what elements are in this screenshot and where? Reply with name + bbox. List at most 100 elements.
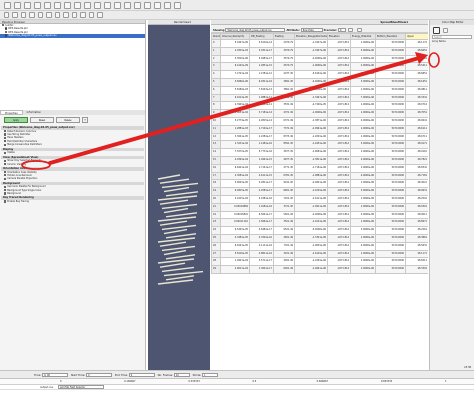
property-checkbox[interactable] — [4, 162, 7, 166]
attribute-dropdown[interactable]: Row Data — [300, 28, 323, 32]
table-row[interactable]: 18 5.0001e-05 3.2811e-17 9191.45 -4.4821e-06… — [211, 179, 428, 189]
open-icon[interactable] — [3, 2, 11, 9]
contour-icon[interactable] — [20, 12, 26, 18]
interact-icon[interactable] — [83, 2, 91, 9]
table-row[interactable]: 15 4.0391e-04 1.0441e-15 4677.45 -1.3811e-06… — [211, 155, 428, 165]
property-checkbox[interactable] — [4, 140, 7, 143]
table-row[interactable]: 23 0.00011161 1.5661e-17 3521.49 -1.1021e-06… — [211, 218, 428, 228]
table-row[interactable]: 19 9.4815e-05 2.2581e-17 6821.45 -1.1001e-06… — [211, 187, 428, 196]
property-checkbox[interactable] — [4, 133, 7, 136]
delete-button[interactable]: Delete — [56, 117, 80, 123]
last-frame-icon[interactable] — [163, 2, 171, 9]
column-header[interactable]: Row ID — [211, 33, 221, 40]
table-row[interactable]: 8 2.3991e-04 3.6181e-11 3531.49 -4.7420e-05-… — [211, 101, 428, 111]
property-checkbox[interactable] — [4, 170, 7, 174]
next-frame-icon[interactable] — [153, 2, 161, 9]
camera-icon[interactable] — [93, 2, 101, 9]
table-row[interactable]: 11 1.2881e-03 1.7191e-17 7371.49 -2.9941e-06… — [211, 124, 428, 134]
pipeline-item[interactable]: Welcome_diag.02.05_posw_output.csv — [0, 34, 145, 38]
table-row[interactable]: 12 3.3641e-05 2.2281e-17 8373.49 -1.2091e-06… — [211, 132, 428, 142]
table-cell: 1.7191e-17 — [249, 124, 274, 134]
play-icon[interactable] — [143, 2, 151, 9]
property-checkbox[interactable] — [4, 136, 7, 139]
zoom-icon[interactable] — [63, 2, 71, 9]
stride-field[interactable]: 1 — [202, 373, 219, 377]
table-row[interactable]: 3 6.4191e-09 1.2831e-15 4570.79 -1.0000e-06-… — [211, 62, 428, 72]
search-box[interactable]: Search — [432, 35, 472, 39]
filter-icon[interactable] — [3, 12, 9, 18]
tab-information[interactable]: Information — [23, 110, 45, 115]
property-checkbox[interactable] — [4, 189, 7, 192]
table-row[interactable]: 14 7.5572e-05 5.7731e-16 3677.45 -1.6081e-06… — [211, 148, 428, 157]
source-dropdown[interactable]: Welcome_diag.02.05_posw_output.csv — [225, 28, 286, 32]
property-checkbox[interactable] — [4, 174, 7, 177]
extract-icon[interactable] — [54, 12, 60, 18]
table-row[interactable]: 7 9.1014e-05 1.0881e-11 4661.45 -1.3447e-06-… — [211, 93, 428, 103]
table-row[interactable]: 22 0.00015891 6.5641e-17 5621.49 -4.4000e-06… — [211, 210, 428, 220]
connect-icon[interactable] — [43, 2, 51, 9]
color-legend-icon[interactable] — [443, 28, 449, 33]
save-icon[interactable] — [13, 2, 21, 9]
add-track-dropdown[interactable]: Add Tab Field Selector — [58, 385, 104, 389]
property-checkbox[interactable] — [4, 192, 7, 195]
table-row[interactable]: 10 5.2774e-05 2.2815e-14 6371.49 -1.3871e-06… — [211, 116, 428, 126]
property-checkbox[interactable] — [4, 200, 7, 203]
toggle-cell-selection-icon[interactable] — [357, 28, 363, 32]
table-row[interactable]: 2 3.3010e-06 5.4981e-17 3570.79 -4.4000e-06-… — [211, 54, 428, 64]
table-row[interactable]: 9 3.0051e-04 3.7181e-14 4371.49 -1.0000e-06-… — [211, 109, 428, 118]
table-row[interactable]: 27 5.8116e-05 4.8811e-16 3221.49 -1.6101e-06… — [211, 249, 428, 259]
clip-icon[interactable] — [29, 12, 35, 18]
rotate-icon[interactable] — [73, 2, 81, 9]
table-row[interactable]: 5 3.8460e-06 6.9311e-16 2891.45 -4.4000e-06-… — [211, 77, 428, 87]
group-icon[interactable] — [88, 12, 94, 18]
glyph-icon[interactable] — [63, 12, 69, 18]
table-row[interactable]: 13 1.3231e-04 1.1481e-16 8591.45 -1.4451e-06… — [211, 140, 428, 150]
table-row[interactable]: 24 9.5491e-05 3.6481e-17 6521.49 -5.4000e-06… — [211, 226, 428, 235]
warp-icon[interactable] — [80, 12, 86, 18]
time-field[interactable]: 0, 00 — [42, 373, 69, 377]
loop-icon[interactable] — [173, 2, 181, 9]
property-checkbox[interactable] — [4, 130, 7, 133]
calculator-icon[interactable] — [12, 12, 18, 18]
end-time-field[interactable]: 0 — [128, 373, 155, 377]
table-row[interactable]: 25 4.3481e-05 2.7601e-16 2821.49 -1.3321e-06… — [211, 233, 428, 243]
table-row[interactable]: 0 5.4447e-06 3.6116e-14 2070.79 -1.3427e-06-… — [211, 39, 428, 48]
table-row[interactable]: 26 6.8141e-05 4.1111e-16 7321.49 -1.0001e-06… — [211, 241, 428, 251]
start-time-field[interactable]: 0 — [86, 373, 113, 377]
column-header[interactable]: Elevation_Range(Kilometre) — [294, 33, 328, 40]
table-row[interactable]: 4 7.2721e-04 1.1581e-12 2237.45 -5.6161e-06-… — [211, 70, 428, 79]
reset-button[interactable]: Reset — [30, 117, 54, 123]
slice-icon[interactable] — [37, 12, 43, 18]
property-checkbox[interactable] — [4, 159, 7, 162]
table-row[interactable]: 28 1.0921e-04 3.5711e-17 4921.49 -1.2261e-06… — [211, 257, 428, 267]
property-checkbox[interactable] — [4, 151, 7, 154]
reset-camera-icon[interactable] — [53, 2, 61, 9]
threshold-icon[interactable] — [46, 12, 52, 18]
property-checkbox[interactable] — [4, 185, 7, 188]
apply-button[interactable]: Apply — [4, 117, 28, 123]
table-row[interactable]: 6 3.8184e-03 7.8143e-13 3861.45 -5.0000e-06-… — [211, 85, 428, 95]
table-row[interactable]: 20 2.1615e-04 4.4381e-16 7221.45 -1.6111e-06… — [211, 194, 428, 204]
precision-spinbox[interactable]: 6 — [337, 28, 346, 32]
redo-icon[interactable] — [33, 2, 41, 9]
prev-frame-icon[interactable] — [133, 2, 141, 9]
table-row[interactable]: 21 0.00010884 1.0181e-16 3721.45 -1.0911e-06… — [211, 202, 428, 212]
lookup-table-icon[interactable] — [432, 27, 440, 34]
table-row[interactable]: 16 6.6421e-04 1.7141e-17 4771.45 -1.7161e-06… — [211, 163, 428, 173]
undo-icon[interactable] — [23, 2, 31, 9]
table-row[interactable]: 29 2.0011e-04 1.3621e-17 6921.49 -1.4641e-06… — [211, 265, 428, 274]
histogram-icon[interactable] — [97, 12, 103, 18]
first-frame-icon[interactable] — [123, 2, 131, 9]
tab-properties[interactable]: Properties — [0, 110, 23, 115]
property-checkbox[interactable] — [4, 177, 7, 180]
stream-icon[interactable] — [71, 12, 77, 18]
toggle-column-visibility-icon[interactable] — [348, 28, 354, 32]
table-row[interactable]: 1 1.9315e-03 3.0311e-17 3070.79 -1.3427e-06-… — [211, 46, 428, 56]
property-checkbox[interactable] — [4, 143, 7, 146]
settings-icon[interactable] — [103, 2, 111, 9]
table-row[interactable]: 17 2.3081e-04 4.6111e-15 6781.45 -1.9881e-06… — [211, 171, 428, 181]
max-frames-field[interactable]: 10 — [173, 373, 190, 377]
render-view[interactable] — [148, 25, 210, 370]
help-icon[interactable] — [113, 2, 121, 9]
help-button[interactable]: ? — [82, 117, 88, 123]
